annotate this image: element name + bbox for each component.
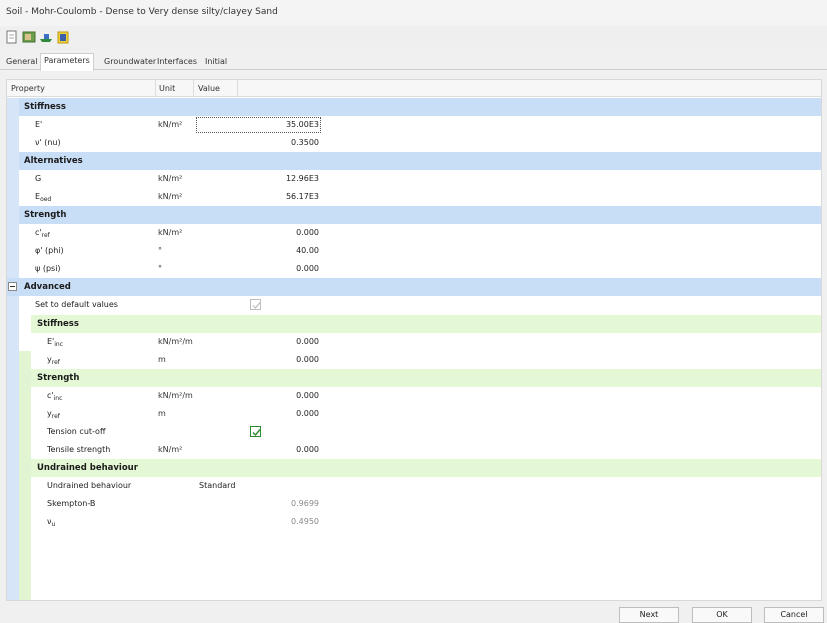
row-e: E' kN/m² 35.00E3 <box>7 116 821 134</box>
prop-value[interactable]: 0.000 <box>296 337 319 346</box>
next-button[interactable]: Next <box>619 607 679 623</box>
prop-label: Skempton-B <box>47 499 96 508</box>
group-alternatives: Alternatives <box>19 152 821 170</box>
prop-unit: kN/m² <box>158 228 183 237</box>
ship-icon[interactable] <box>39 30 53 44</box>
group-title: Strength <box>24 210 67 220</box>
clipboard-icon[interactable] <box>56 30 70 44</box>
prop-label: yref <box>47 409 60 420</box>
prop-unit: ° <box>158 264 162 273</box>
tension-cutoff-checkbox[interactable] <box>250 426 261 437</box>
new-icon[interactable] <box>5 30 19 44</box>
prop-value[interactable]: 40.00 <box>296 246 319 255</box>
row-tensile-strength: Tensile strength kN/m² 0.000 <box>7 441 821 459</box>
row-nu: ν' (nu) 0.3500 <box>7 134 821 152</box>
prop-value[interactable]: 0.000 <box>296 355 319 364</box>
row-skempton: Skempton-B 0.9699 <box>7 495 821 513</box>
row-set-default: Set to default values <box>7 296 821 314</box>
tab-groundwater[interactable]: Groundwater <box>101 55 159 70</box>
header-property: Property <box>11 84 45 93</box>
prop-value[interactable]: 56.17E3 <box>286 192 319 201</box>
subgroup-stiffness: Stiffness <box>31 315 821 333</box>
prop-value[interactable]: 0.000 <box>296 445 319 454</box>
prop-label: c'inc <box>47 391 63 402</box>
prop-label: φ' (phi) <box>35 246 64 255</box>
group-title: Stiffness <box>24 102 66 112</box>
row-g: G kN/m² 12.96E3 <box>7 170 821 188</box>
open-icon[interactable] <box>22 30 36 44</box>
prop-label: Set to default values <box>35 300 118 309</box>
prop-value[interactable]: 0.000 <box>296 391 319 400</box>
tab-parameters[interactable]: Parameters <box>40 53 94 71</box>
prop-label: G <box>35 174 42 183</box>
header-unit: Unit <box>159 84 176 93</box>
prop-value[interactable]: 0.3500 <box>291 138 319 147</box>
cancel-button[interactable]: Cancel <box>764 607 824 623</box>
group-title: Alternatives <box>24 156 83 166</box>
prop-label: E'inc <box>47 337 64 348</box>
prop-label: Tensile strength <box>47 445 111 454</box>
prop-value[interactable]: 35.00E3 <box>286 120 319 129</box>
tab-interfaces[interactable]: Interfaces <box>154 55 200 70</box>
window-title: Soil - Mohr-Coulomb - Dense to Very dens… <box>6 7 278 17</box>
prop-unit: kN/m² <box>158 445 183 454</box>
row-einc: E'inc kN/m²/m 0.000 <box>7 333 821 351</box>
prop-value: 0.4950 <box>291 517 319 526</box>
prop-value[interactable]: 0.000 <box>296 409 319 418</box>
prop-unit: m <box>158 355 166 364</box>
collapse-icon[interactable] <box>8 282 17 291</box>
prop-label: Tension cut-off <box>47 427 106 436</box>
row-phi: φ' (phi) ° 40.00 <box>7 242 821 260</box>
prop-unit: kN/m²/m <box>158 337 193 346</box>
prop-label: E' <box>35 120 43 129</box>
row-undrained-behaviour: Undrained behaviour Standard <box>7 477 821 495</box>
prop-label: νu <box>47 517 56 528</box>
prop-unit: kN/m² <box>158 120 183 129</box>
prop-label: Undrained behaviour <box>47 481 132 490</box>
tab-initial[interactable]: Initial <box>202 55 230 70</box>
prop-label: Eoed <box>35 192 52 203</box>
prop-label: c'ref <box>35 228 50 239</box>
group-title: Advanced <box>24 282 71 292</box>
prop-value[interactable]: 0.000 <box>296 228 319 237</box>
tab-general[interactable]: General <box>3 55 41 70</box>
prop-unit: kN/m² <box>158 192 183 201</box>
prop-unit: m <box>158 409 166 418</box>
group-stiffness: Stiffness <box>19 98 821 116</box>
toolbar <box>0 26 827 50</box>
prop-label: ν' (nu) <box>35 138 61 147</box>
row-psi: ψ (psi) ° 0.000 <box>7 260 821 278</box>
subgroup-undrained: Undrained behaviour <box>31 459 821 477</box>
prop-value[interactable]: 12.96E3 <box>286 174 319 183</box>
group-title: Strength <box>37 373 80 383</box>
row-yref-stiffness: yref m 0.000 <box>7 351 821 369</box>
header-value: Value <box>198 84 220 93</box>
group-title: Stiffness <box>37 319 79 329</box>
row-eoed: Eoed kN/m² 56.17E3 <box>7 188 821 206</box>
grid-header: Property Unit Value <box>7 80 821 97</box>
tab-bar: General Parameters Groundwater Interface… <box>0 52 827 71</box>
prop-value[interactable]: 0.000 <box>296 264 319 273</box>
prop-unit: ° <box>158 246 162 255</box>
subgroup-strength: Strength <box>31 369 821 387</box>
row-tension-cutoff: Tension cut-off <box>7 423 821 441</box>
undrained-behaviour-select[interactable]: Standard <box>199 481 235 490</box>
row-yref-strength: yref m 0.000 <box>7 405 821 423</box>
prop-label: yref <box>47 355 60 366</box>
ok-button[interactable]: OK <box>692 607 752 623</box>
row-cinc: c'inc kN/m²/m 0.000 <box>7 387 821 405</box>
prop-unit: kN/m²/m <box>158 391 193 400</box>
set-default-checkbox[interactable] <box>250 299 261 310</box>
row-cref: c'ref kN/m² 0.000 <box>7 224 821 242</box>
prop-value: 0.9699 <box>291 499 319 508</box>
prop-label: ψ (psi) <box>35 264 61 273</box>
prop-unit: kN/m² <box>158 174 183 183</box>
title-bar: Soil - Mohr-Coulomb - Dense to Very dens… <box>0 0 827 26</box>
row-nu-u: νu 0.4950 <box>7 513 821 531</box>
group-title: Undrained behaviour <box>37 463 138 473</box>
group-advanced[interactable]: Advanced <box>7 278 821 296</box>
group-strength: Strength <box>19 206 821 224</box>
property-grid: Property Unit Value Stiffness E' kN/m² 3… <box>6 79 822 601</box>
